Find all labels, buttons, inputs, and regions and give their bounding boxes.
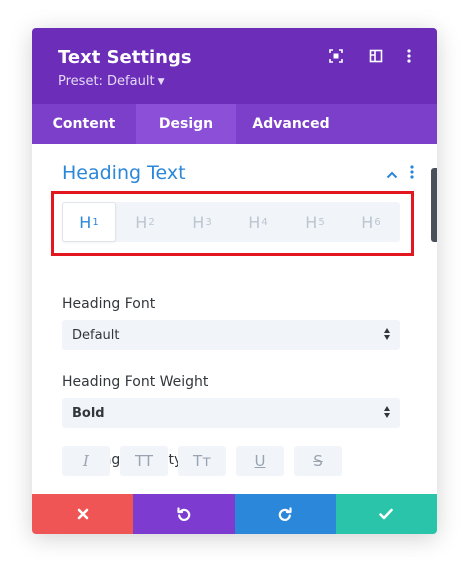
- settings-body: Heading Text H1 H2 H3 H4 H5 H6 Heading F…: [32, 144, 437, 494]
- heading-tab-letter: H: [305, 212, 318, 232]
- section-options-icon[interactable]: [410, 165, 414, 184]
- check-icon: [379, 508, 394, 520]
- heading-tab-level: 6: [374, 216, 381, 228]
- save-button[interactable]: [335, 494, 437, 534]
- strikethrough-button[interactable]: S: [294, 446, 342, 476]
- uppercase-icon: TT: [134, 452, 154, 470]
- heading-level-tabs: H1 H2 H3 H4 H5 H6: [62, 202, 400, 242]
- preset-selector[interactable]: Preset: Default ▼: [58, 74, 164, 89]
- more-options-icon[interactable]: [399, 46, 419, 66]
- capitalize-icon: Tт: [193, 452, 211, 470]
- fullscreen-icon[interactable]: [326, 46, 346, 66]
- heading-font-select[interactable]: Default: [62, 320, 400, 350]
- strikethrough-icon: S: [313, 452, 323, 470]
- heading-tab-level: 1: [92, 216, 99, 228]
- modal-header: Text Settings Preset: Default ▼: [32, 28, 437, 104]
- settings-tabs: Content Design Advanced: [32, 104, 437, 144]
- underline-icon: U: [254, 452, 266, 470]
- heading-font-weight-label: Heading Font Weight: [62, 374, 209, 390]
- section-title: Heading Text: [62, 162, 186, 184]
- uppercase-button[interactable]: TT: [120, 446, 168, 476]
- discard-button[interactable]: [32, 494, 134, 534]
- preset-label: Preset: Default: [58, 74, 155, 89]
- heading-tab-level: 4: [261, 216, 268, 228]
- tab-content[interactable]: Content: [32, 104, 136, 144]
- modal-footer: [32, 494, 437, 534]
- heading-tab-letter: H: [248, 212, 261, 232]
- underline-button[interactable]: U: [236, 446, 284, 476]
- heading-tab-letter: H: [192, 212, 205, 232]
- close-icon: [77, 508, 88, 520]
- heading-tab-letter: H: [135, 212, 148, 232]
- select-arrows-icon: [384, 328, 390, 340]
- capitalize-button[interactable]: Tт: [178, 446, 226, 476]
- heading-tab-level: 2: [148, 216, 155, 228]
- undo-button[interactable]: [133, 494, 235, 534]
- sidebar-layout-icon[interactable]: [366, 46, 386, 66]
- heading-tab-h5[interactable]: H5: [288, 202, 342, 242]
- heading-font-weight-value: Bold: [72, 406, 105, 421]
- italic-button[interactable]: I: [62, 446, 110, 476]
- heading-font-label: Heading Font: [62, 296, 156, 312]
- heading-tab-level: 3: [205, 216, 212, 228]
- heading-font-value: Default: [72, 328, 120, 343]
- caret-down-icon: ▼: [157, 77, 165, 87]
- select-arrows-icon: [384, 406, 390, 418]
- heading-tab-h1[interactable]: H1: [62, 202, 116, 242]
- redo-icon: [278, 507, 292, 521]
- heading-tab-letter: H: [361, 212, 374, 232]
- heading-tab-h2[interactable]: H2: [118, 202, 172, 242]
- heading-tab-letter: H: [79, 212, 92, 232]
- scrollbar[interactable]: [431, 168, 437, 242]
- tab-design[interactable]: Design: [136, 104, 236, 144]
- italic-icon: I: [83, 452, 89, 470]
- modal-title: Text Settings: [58, 47, 192, 68]
- undo-icon: [177, 507, 191, 521]
- redo-button[interactable]: [234, 494, 336, 534]
- tab-advanced[interactable]: Advanced: [236, 104, 346, 144]
- heading-tab-h4[interactable]: H4: [231, 202, 285, 242]
- heading-tab-h3[interactable]: H3: [175, 202, 229, 242]
- chevron-up-icon[interactable]: [386, 166, 398, 184]
- heading-tab-level: 5: [318, 216, 325, 228]
- settings-modal: Text Settings Preset: Default ▼ Content D…: [32, 28, 437, 534]
- heading-font-weight-select[interactable]: Bold: [62, 398, 400, 428]
- heading-tab-h6[interactable]: H6: [344, 202, 398, 242]
